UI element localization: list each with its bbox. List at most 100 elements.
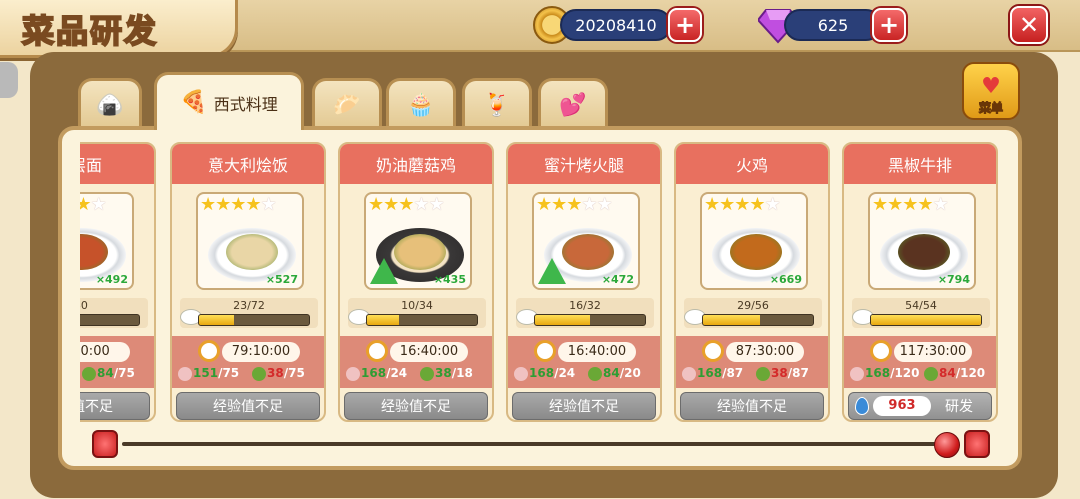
dish-image: ★★★★★ ×527 — [196, 192, 304, 290]
exp-progress-text: 54/54 — [905, 299, 937, 312]
drink-icon: 🍹 — [483, 93, 511, 118]
scroll-left-button[interactable] — [92, 430, 118, 458]
star-icon: ★ — [383, 194, 399, 215]
star-icon: ★ — [551, 194, 567, 215]
ingredient-2: 84/75 — [82, 366, 135, 381]
exp-progress-track — [80, 314, 140, 326]
star-icon: ★ — [428, 194, 445, 215]
ingredient-2: 84/20 — [588, 366, 641, 381]
cook-time: 50:00 — [80, 342, 130, 362]
dish-image: ★★★★★ ×435 — [364, 192, 472, 290]
dish-card[interactable]: 奶油蘑菇鸡 ★★★★★ ×435 10/34 16:40:00 168/24 38/18 经验… — [338, 142, 494, 422]
star-icon: ★ — [872, 194, 888, 215]
exp-progress-text: 29/56 — [737, 299, 769, 312]
research-cost: 963 — [873, 396, 931, 416]
dish-name: 蜜汁烤火腿 — [508, 144, 660, 184]
ingredient-2: 38/18 — [420, 366, 473, 381]
dish-card[interactable]: 黑椒牛排 ★★★★★ ×794 54/54 117:30:00 168/120 84/120… — [842, 142, 998, 422]
star-icon: ★ — [764, 194, 781, 215]
food — [394, 234, 446, 270]
star-icon: ★ — [200, 194, 216, 215]
recipe-requirements: 16:40:00 168/24 38/18 — [340, 336, 492, 388]
cook-time: 87:30:00 — [726, 342, 804, 362]
ingredient-icon — [420, 366, 434, 381]
dish-card[interactable]: 蜜汁烤火腿 ★★★★★ ×472 16/32 16:40:00 168/24 84/20 经验… — [506, 142, 662, 422]
recipe-requirements: 50:00 84/75 — [80, 336, 154, 388]
ingredient-icon — [82, 366, 96, 381]
food — [898, 234, 950, 270]
research-button[interactable]: 963 研发 — [848, 392, 992, 420]
scroll-track[interactable] — [122, 442, 942, 446]
rice-ball-icon: 🍙 — [96, 93, 124, 118]
tab-cake[interactable]: 🧁 — [386, 78, 456, 130]
clock-icon — [534, 340, 556, 362]
tab-drink[interactable]: 🍹 — [462, 78, 532, 130]
exp-progress-text: /80 — [80, 299, 88, 312]
ingredient-1: 151/75 — [178, 366, 239, 381]
star-icon: ★ — [80, 194, 92, 215]
star-icon: ★ — [596, 194, 613, 215]
tab-hearts[interactable]: 💕 — [538, 78, 608, 130]
insufficient-exp-button[interactable]: 经验值不足 — [344, 392, 488, 420]
menu-button-label: 菜单 — [978, 101, 1003, 116]
insufficient-exp-button[interactable]: 经验值不足 — [80, 392, 150, 420]
close-button[interactable]: ✕ — [1010, 6, 1048, 44]
exp-progress-track — [366, 314, 478, 326]
ingredient-icon — [346, 366, 360, 381]
recipe-requirements: 79:10:00 151/75 38/75 — [172, 336, 324, 388]
star-icon: ★ — [230, 194, 246, 215]
add-gems-button[interactable]: + — [872, 8, 906, 42]
ingredients: 151/75 38/75 — [178, 366, 324, 384]
dish-card[interactable]: 千层面 ★★★★★ ×492/80 50:00 84/75 经验值不足 — [80, 142, 156, 422]
upgrade-arrow-icon — [370, 258, 398, 284]
tab-label: 西式料理 — [213, 94, 278, 114]
insufficient-exp-button[interactable]: 经验值不足 — [512, 392, 656, 420]
exp-progress-fill — [703, 315, 761, 325]
star-icon: ★ — [260, 194, 277, 215]
star-icon: ★ — [413, 194, 429, 215]
star-icon: ★ — [734, 194, 750, 215]
food — [226, 234, 278, 270]
dish-list[interactable]: 千层面★★★★★×492/8050:0084/75经验值不足意大利烩饭★★★★★… — [80, 142, 1000, 424]
exp-progress: 23/72 — [180, 298, 318, 328]
ingredient-1: 168/24 — [346, 366, 407, 381]
exp-progress-text: 16/32 — [569, 299, 601, 312]
horizontal-scrollbar[interactable] — [92, 430, 990, 460]
star-icon: ★ — [932, 194, 949, 215]
dish-card[interactable]: 火鸡 ★★★★★ ×669 29/56 87:30:00 168/87 38/87 经验值不足 — [674, 142, 830, 422]
cake-icon: 🧁 — [407, 93, 435, 118]
dish-image: ★★★★★ ×794 — [868, 192, 976, 290]
scroll-thumb[interactable] — [934, 432, 960, 458]
dish-stars: ★★★★★ — [704, 194, 781, 215]
exp-progress: 16/32 — [516, 298, 654, 328]
ingredient-2: 38/87 — [756, 366, 809, 381]
insufficient-exp-button[interactable]: 经验值不足 — [176, 392, 320, 420]
ingredients: 168/87 38/87 — [682, 366, 828, 384]
dish-count: ×794 — [937, 273, 970, 286]
tab-pizza[interactable]: 🍕 西式料理 — [154, 72, 304, 130]
exp-progress-track — [198, 314, 310, 326]
dish-count: ×492 — [95, 273, 128, 286]
scroll-right-button[interactable] — [964, 430, 990, 458]
insufficient-exp-button[interactable]: 经验值不足 — [680, 392, 824, 420]
star-icon: ★ — [917, 194, 933, 215]
side-handle[interactable] — [0, 62, 18, 98]
ingredient-1: 168/87 — [682, 366, 743, 381]
exp-progress-fill — [871, 315, 981, 325]
star-icon: ★ — [90, 194, 107, 215]
cook-time: 16:40:00 — [390, 342, 468, 362]
tab-bun[interactable]: 🥟 — [312, 78, 382, 130]
ingredients: 84/75 — [80, 366, 154, 384]
ingredient-icon — [514, 366, 528, 381]
dish-name: 奶油蘑菇鸡 — [340, 144, 492, 184]
add-coins-button[interactable]: + — [668, 8, 702, 42]
title-plate: 菜品研发 — [0, 0, 238, 58]
exp-progress-fill — [367, 315, 399, 325]
exp-progress-track — [534, 314, 646, 326]
star-icon: ★ — [566, 194, 582, 215]
dish-card[interactable]: 意大利烩饭 ★★★★★ ×527 23/72 79:10:00 151/75 38/75 经验… — [170, 142, 326, 422]
menu-button[interactable]: ♥ 菜单 — [962, 62, 1020, 120]
dish-count: ×472 — [601, 273, 634, 286]
tab-rice-ball[interactable]: 🍙 — [78, 78, 142, 130]
dish-count: ×527 — [265, 273, 298, 286]
